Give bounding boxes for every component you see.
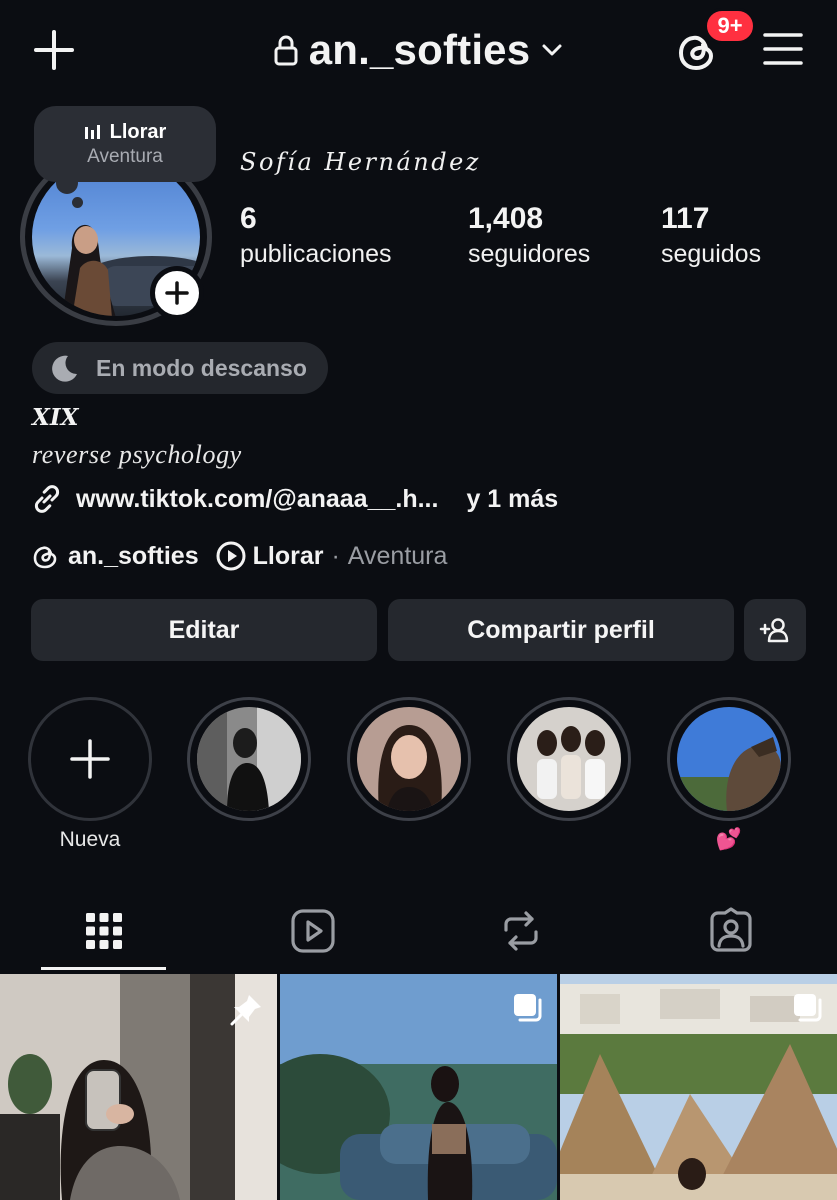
grid-icon [86, 913, 122, 949]
plus-icon [165, 281, 189, 305]
notification-badge: 9+ [704, 8, 756, 44]
tagged-person-icon [710, 907, 752, 952]
highlight-thumbnail [357, 707, 461, 811]
profile-meta-row: an._softies Llorar · Aventura [30, 540, 447, 572]
note-bubble[interactable]: Llorar Aventura [34, 106, 216, 182]
note-subtitle: Aventura [87, 145, 163, 167]
stat-following[interactable]: 117 seguidos [661, 202, 761, 269]
rest-mode-pill[interactable]: En modo descanso [32, 342, 328, 394]
post-thumbnail[interactable] [280, 974, 557, 1200]
note-bubble-tail [72, 197, 83, 208]
add-story-button[interactable] [150, 266, 204, 320]
link-more: y 1 más [466, 484, 559, 513]
play-circle-icon [216, 541, 246, 571]
carousel-icon [794, 994, 822, 1022]
highlight-thumbnail [197, 707, 301, 811]
threads-icon [33, 546, 57, 569]
moon-icon [52, 355, 77, 382]
tab-reposts[interactable] [496, 906, 546, 956]
bio-line: XIX [32, 404, 79, 431]
username-title: an._softies [308, 26, 531, 73]
pin-icon [230, 995, 261, 1026]
stat-posts[interactable]: 6 publicaciones [240, 202, 392, 269]
highlight-thumbnail [677, 707, 781, 811]
add-person-icon [759, 618, 789, 643]
link-icon [34, 485, 60, 513]
threads-handle[interactable]: an._softies [68, 542, 199, 571]
highlight-thumbnail [517, 707, 621, 811]
link-text: www.tiktok.com/@anaaa__.h... [76, 484, 439, 513]
share-profile-button[interactable]: Compartir perfil [388, 599, 734, 661]
music-artist: Aventura [347, 541, 448, 570]
lock-icon [274, 35, 298, 66]
active-tab-indicator [41, 967, 166, 970]
highlight-item[interactable] [187, 697, 311, 821]
repost-icon [504, 911, 538, 951]
music-separator: · [331, 541, 340, 570]
edit-profile-button[interactable]: Editar [31, 599, 377, 661]
stat-followers[interactable]: 1,408 seguidores [468, 202, 590, 269]
audio-bars-icon [84, 125, 100, 139]
tab-reels[interactable] [288, 906, 338, 956]
highlight-item[interactable] [347, 697, 471, 821]
highlight-label: Nueva [59, 828, 121, 851]
note-title: Llorar [109, 120, 167, 143]
tab-posts[interactable] [79, 906, 129, 956]
bio-link[interactable]: www.tiktok.com/@anaaa__.h... y 1 más [30, 482, 558, 516]
bio-line: reverse psychology [32, 440, 242, 469]
menu-button[interactable] [762, 30, 804, 68]
full-name: Sofía Hernández [240, 148, 481, 176]
reels-icon [291, 909, 335, 953]
highlight-item[interactable] [507, 697, 631, 821]
post-thumbnail[interactable] [0, 974, 277, 1200]
plus-icon [70, 739, 110, 779]
rest-mode-label: En modo descanso [96, 354, 307, 381]
highlight-item[interactable] [667, 697, 791, 821]
post-thumbnail[interactable] [560, 974, 837, 1200]
music-title[interactable]: Llorar [253, 542, 324, 571]
hamburger-menu-icon [763, 33, 803, 65]
carousel-icon [514, 994, 542, 1022]
tab-tagged[interactable] [706, 906, 756, 956]
discover-people-button[interactable] [744, 599, 806, 661]
chevron-down-icon [542, 44, 562, 56]
highlight-label: 💕 [715, 828, 743, 851]
new-highlight-button[interactable] [28, 697, 152, 821]
